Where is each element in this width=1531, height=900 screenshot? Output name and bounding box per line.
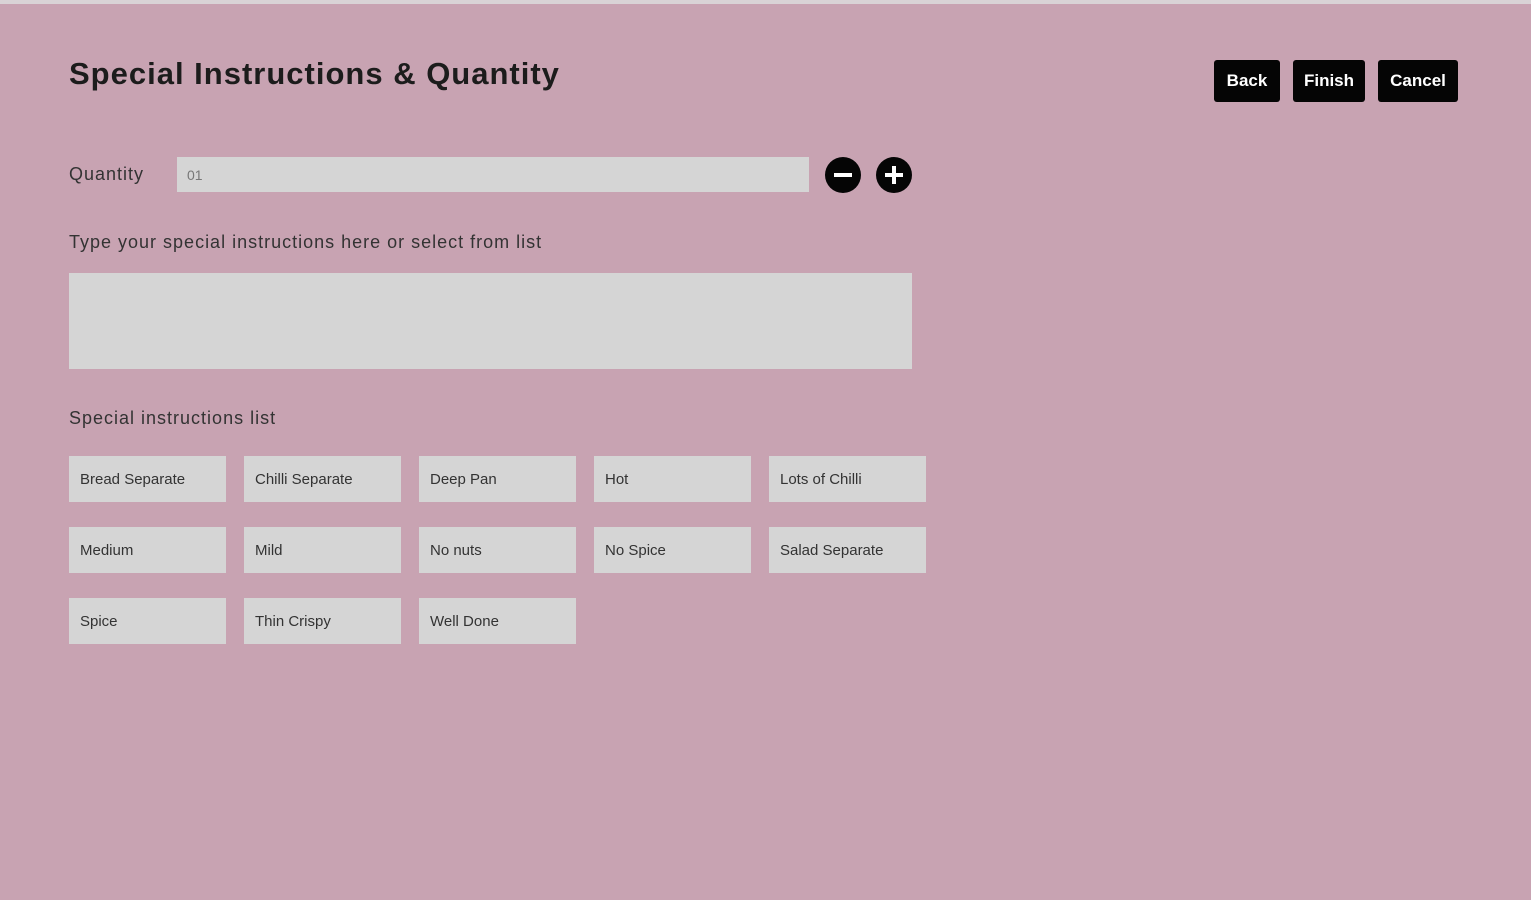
decrease-quantity-button[interactable] <box>825 157 861 193</box>
minus-circle-icon <box>834 173 852 177</box>
special-instructions-list: Bread Separate Chilli Separate Deep Pan … <box>69 456 929 644</box>
instruction-option-deep-pan[interactable]: Deep Pan <box>419 456 576 502</box>
instruction-option-lots-of-chilli[interactable]: Lots of Chilli <box>769 456 926 502</box>
instruction-option-bread-separate[interactable]: Bread Separate <box>69 456 226 502</box>
quantity-input[interactable] <box>177 157 809 192</box>
instruction-option-mild[interactable]: Mild <box>244 527 401 573</box>
special-instructions-textarea[interactable] <box>69 273 912 369</box>
instruction-option-well-done[interactable]: Well Done <box>419 598 576 644</box>
instruction-option-spice[interactable]: Spice <box>69 598 226 644</box>
finish-button[interactable]: Finish <box>1293 60 1365 102</box>
special-instructions-list-label: Special instructions list <box>69 408 277 428</box>
instruction-option-medium[interactable]: Medium <box>69 527 226 573</box>
special-instructions-label: Type your special instructions here or s… <box>69 232 543 252</box>
plus-circle-icon <box>885 166 903 184</box>
action-toolbar: Back Finish Cancel <box>1214 60 1458 102</box>
instruction-option-hot[interactable]: Hot <box>594 456 751 502</box>
cancel-button[interactable]: Cancel <box>1378 60 1458 102</box>
instruction-option-no-spice[interactable]: No Spice <box>594 527 751 573</box>
instruction-option-no-nuts[interactable]: No nuts <box>419 527 576 573</box>
quantity-label: Quantity <box>69 164 145 184</box>
instruction-option-chilli-separate[interactable]: Chilli Separate <box>244 456 401 502</box>
instruction-option-thin-crispy[interactable]: Thin Crispy <box>244 598 401 644</box>
back-button[interactable]: Back <box>1214 60 1280 102</box>
page-title: Special Instructions & Quantity <box>69 56 560 91</box>
window-top-border <box>0 0 1531 4</box>
increase-quantity-button[interactable] <box>876 157 912 193</box>
instruction-option-salad-separate[interactable]: Salad Separate <box>769 527 926 573</box>
